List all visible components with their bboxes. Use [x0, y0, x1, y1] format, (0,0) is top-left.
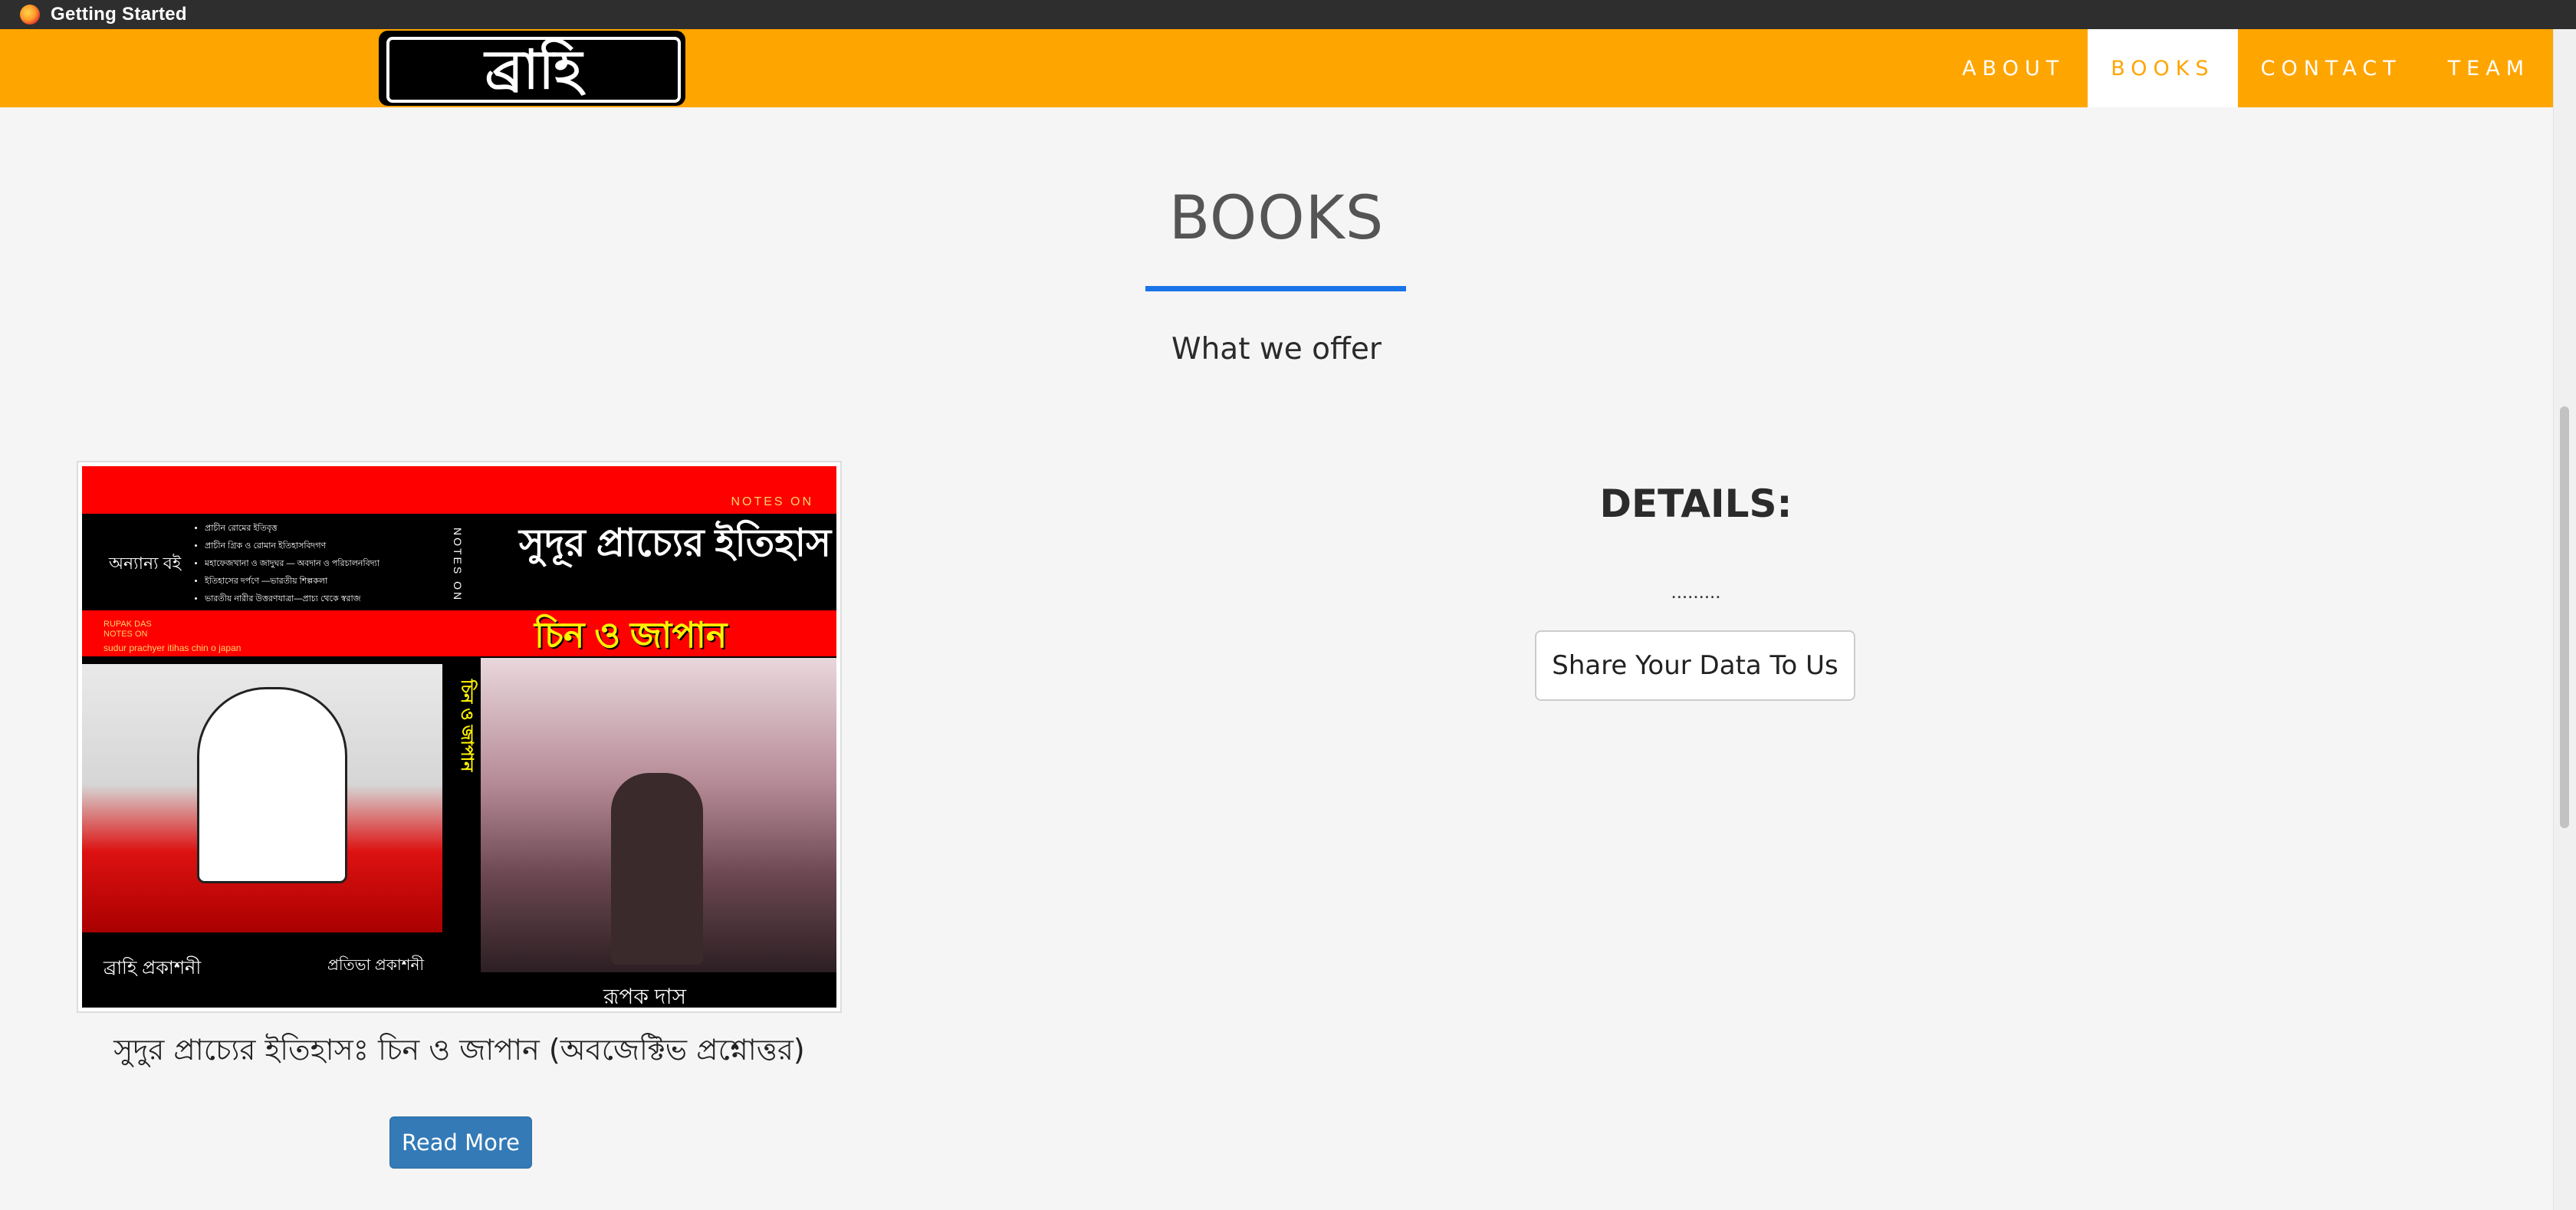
book-title: সুদুর প্রাচ্যের ইতিহাসঃ চিন ও জাপান (অবজ…: [113, 1033, 805, 1067]
cover-book-list-item: ভারতীয় নারীর উত্তরণযাত্রা—প্রাচ্য থেকে …: [205, 590, 380, 608]
cover-left-illustration: [82, 664, 442, 932]
cover-romanized-title: sudur prachyer itihas chin o japan: [104, 643, 242, 653]
book-cover-image[interactable]: NOTES ON অন্যান্য বই প্রাচীন রোমের ইতিবৃ…: [77, 461, 842, 1013]
section-title: BOOKS: [1168, 184, 1385, 253]
cover-vertical-notes: NOTES ON: [452, 528, 464, 603]
nav-item-contact[interactable]: CONTACT: [2238, 29, 2425, 107]
firefox-icon: [20, 5, 40, 25]
book-cover-art: NOTES ON অন্যান্য বই প্রাচীন রোমের ইতিবৃ…: [82, 466, 836, 1008]
details-placeholder: .........: [1671, 580, 1721, 603]
navbar: ব্রাহি ABOUT BOOKS CONTACT TEAM: [0, 29, 2553, 107]
cover-right-photo: [481, 658, 836, 972]
cover-author-tag: RUPAK DAS NOTES ON: [104, 620, 152, 640]
details-title: DETAILS:: [1599, 482, 1792, 526]
cover-book-list-item: প্রাচীন রোমের ইতিবৃত্ত: [205, 520, 380, 538]
cover-other-books: অন্যান্য বই: [109, 554, 182, 573]
section-subtitle: What we offer: [1171, 332, 1382, 367]
nav-item-about[interactable]: ABOUT: [1939, 29, 2088, 107]
nav-item-team[interactable]: TEAM: [2425, 29, 2553, 107]
cover-author-sub: NOTES ON: [104, 630, 148, 639]
cover-left-figure: [197, 687, 347, 883]
title-underline: [1145, 286, 1406, 291]
nav-item-books[interactable]: BOOKS: [2088, 29, 2238, 107]
cover-book-list-item: ইতিহাসের দর্পণে —ভারতীয় শিল্পকলা: [205, 573, 380, 590]
logo-text: ব্রাহি: [485, 38, 583, 101]
cover-book-list-item: মহাফেজখানা ও জাদুঘর — অবদান ও পরিচালনবিদ…: [205, 555, 380, 573]
share-data-button[interactable]: Share Your Data To Us: [1535, 630, 1855, 701]
read-more-button[interactable]: Read More: [389, 1116, 532, 1169]
cover-right-figure: [611, 773, 703, 965]
cover-spine: চিন ও জাপান: [447, 664, 481, 986]
brand-logo[interactable]: ব্রাহি: [379, 31, 685, 106]
nav-menu: ABOUT BOOKS CONTACT TEAM: [1939, 29, 2553, 107]
cover-book-list: প্রাচীন রোমের ইতিবৃত্ত প্রাচীন গ্রিক ও র…: [196, 520, 380, 608]
cover-publisher-left: ব্রাহি প্রকাশনী: [104, 958, 202, 978]
cover-top-band: [82, 466, 836, 514]
scrollbar-thumb[interactable]: [2560, 406, 2569, 828]
cover-author-bottom: রূপক দাস: [603, 985, 687, 1008]
window-title: Getting Started: [51, 4, 187, 25]
window-title-bar: Getting Started: [0, 0, 2576, 29]
cover-publisher-right: প্রতিভা প্রকাশনী: [327, 957, 425, 974]
cover-spine-text: চিন ও জাপান: [458, 679, 477, 772]
cover-author-name: RUPAK DAS: [104, 620, 152, 629]
cover-main-title: সুদূর প্রাচ্যের ইতিহাস: [519, 521, 832, 564]
cover-notes-on: NOTES ON: [731, 495, 813, 508]
cover-book-list-item: প্রাচীন গ্রিক ও রোমান ইতিহাসবিদগণ: [205, 538, 380, 555]
